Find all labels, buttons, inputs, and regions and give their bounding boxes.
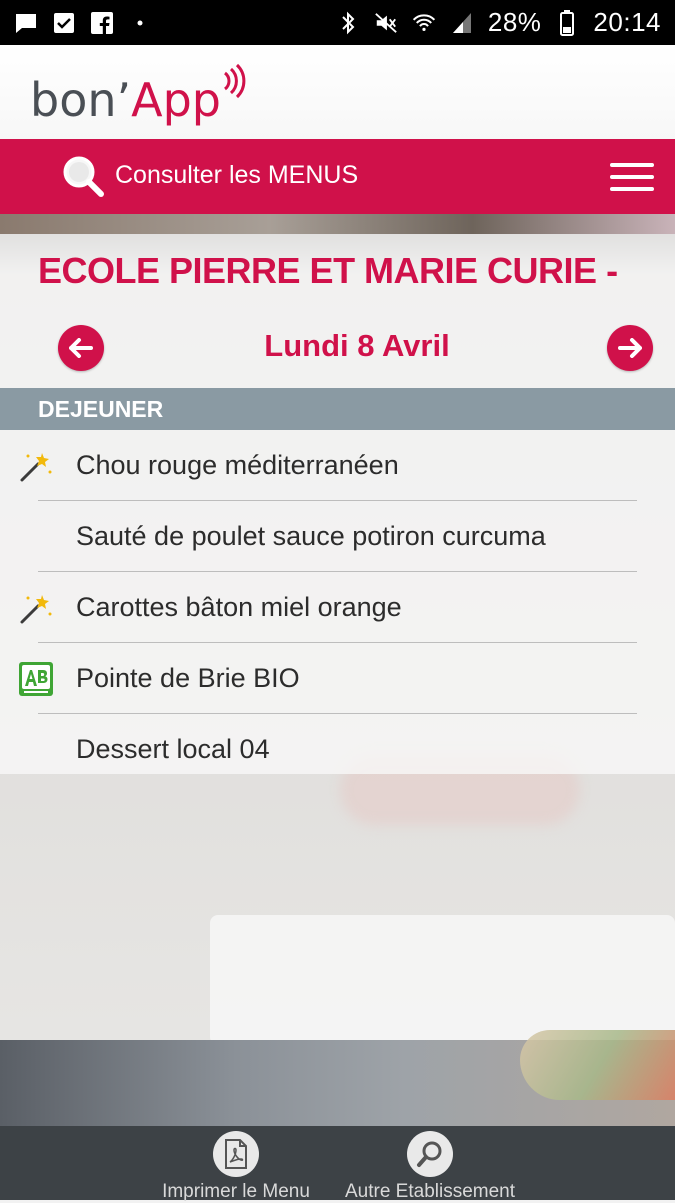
facebook-icon (90, 11, 114, 35)
bonapp-logo[interactable]: bon’ App (30, 59, 247, 123)
dish-label: Chou rouge méditerranéen (76, 450, 399, 480)
pdf-icon (213, 1131, 259, 1177)
checkbox-icon (52, 11, 76, 35)
battery-icon (555, 9, 579, 36)
status-left (14, 11, 152, 35)
background-photo-top (0, 214, 675, 234)
dish-item[interactable]: Dessert local 04 (0, 714, 675, 785)
status-bar: 28% 20:14 (0, 0, 675, 45)
school-name: ECOLE PIERRE ET MARIE CURIE - (38, 250, 618, 291)
dish-label: Dessert local 04 (76, 734, 270, 764)
dish-item[interactable]: Carottes bâton miel orange (0, 572, 675, 643)
signal-icon (450, 11, 474, 35)
logo-signal-icon (223, 63, 246, 99)
meal-section-header: DEJEUNER (0, 388, 675, 430)
dish-item[interactable]: Pointe de Brie BIO (0, 643, 675, 714)
app-header: bon’ App (0, 45, 675, 139)
next-day-button[interactable] (607, 325, 653, 371)
clock: 20:14 (593, 7, 661, 37)
dish-item[interactable]: Sauté de poulet sauce potiron curcuma (0, 501, 675, 572)
dish-label: Pointe de Brie BIO (76, 663, 300, 693)
dish-label: Carottes bâton miel orange (76, 592, 402, 622)
logo-text-bon: bon’ (30, 73, 132, 127)
search-icon[interactable] (60, 153, 106, 199)
bluetooth-icon (336, 11, 360, 35)
background-photo-tray (210, 915, 675, 1045)
logo-text-app: App (131, 73, 221, 127)
dish-label: Sauté de poulet sauce potiron curcuma (76, 521, 546, 551)
bottom-toolbar: Imprimer le Menu Autre Etablissement (0, 1126, 675, 1202)
nav-bar: Consulter les MENUS (0, 139, 675, 214)
magic-wand-icon (20, 595, 52, 624)
organic-ab-icon (19, 662, 53, 696)
arrow-left-icon (69, 338, 93, 358)
dot-icon (128, 11, 152, 35)
status-right: 28% 20:14 (336, 7, 661, 38)
message-icon (14, 11, 38, 35)
menu-date: Lundi 8 Avril (264, 328, 450, 363)
meal-label: DEJEUNER (38, 395, 164, 422)
dish-item[interactable]: Chou rouge méditerranéen (0, 430, 675, 501)
mute-icon (374, 11, 398, 35)
battery-percent: 28% (487, 7, 542, 37)
arrow-right-icon (618, 338, 642, 358)
print-menu-button[interactable]: Imprimer le Menu (150, 1126, 322, 1202)
background-photo-fruit (520, 1030, 675, 1100)
magic-wand-icon (20, 453, 52, 482)
search-icon (407, 1131, 453, 1177)
previous-day-button[interactable] (58, 325, 104, 371)
consult-menus-link[interactable]: Consulter les MENUS (115, 161, 358, 190)
hamburger-menu-icon[interactable] (610, 163, 654, 191)
other-establishment-button[interactable]: Autre Etablissement (335, 1126, 525, 1202)
wifi-icon (412, 11, 436, 35)
